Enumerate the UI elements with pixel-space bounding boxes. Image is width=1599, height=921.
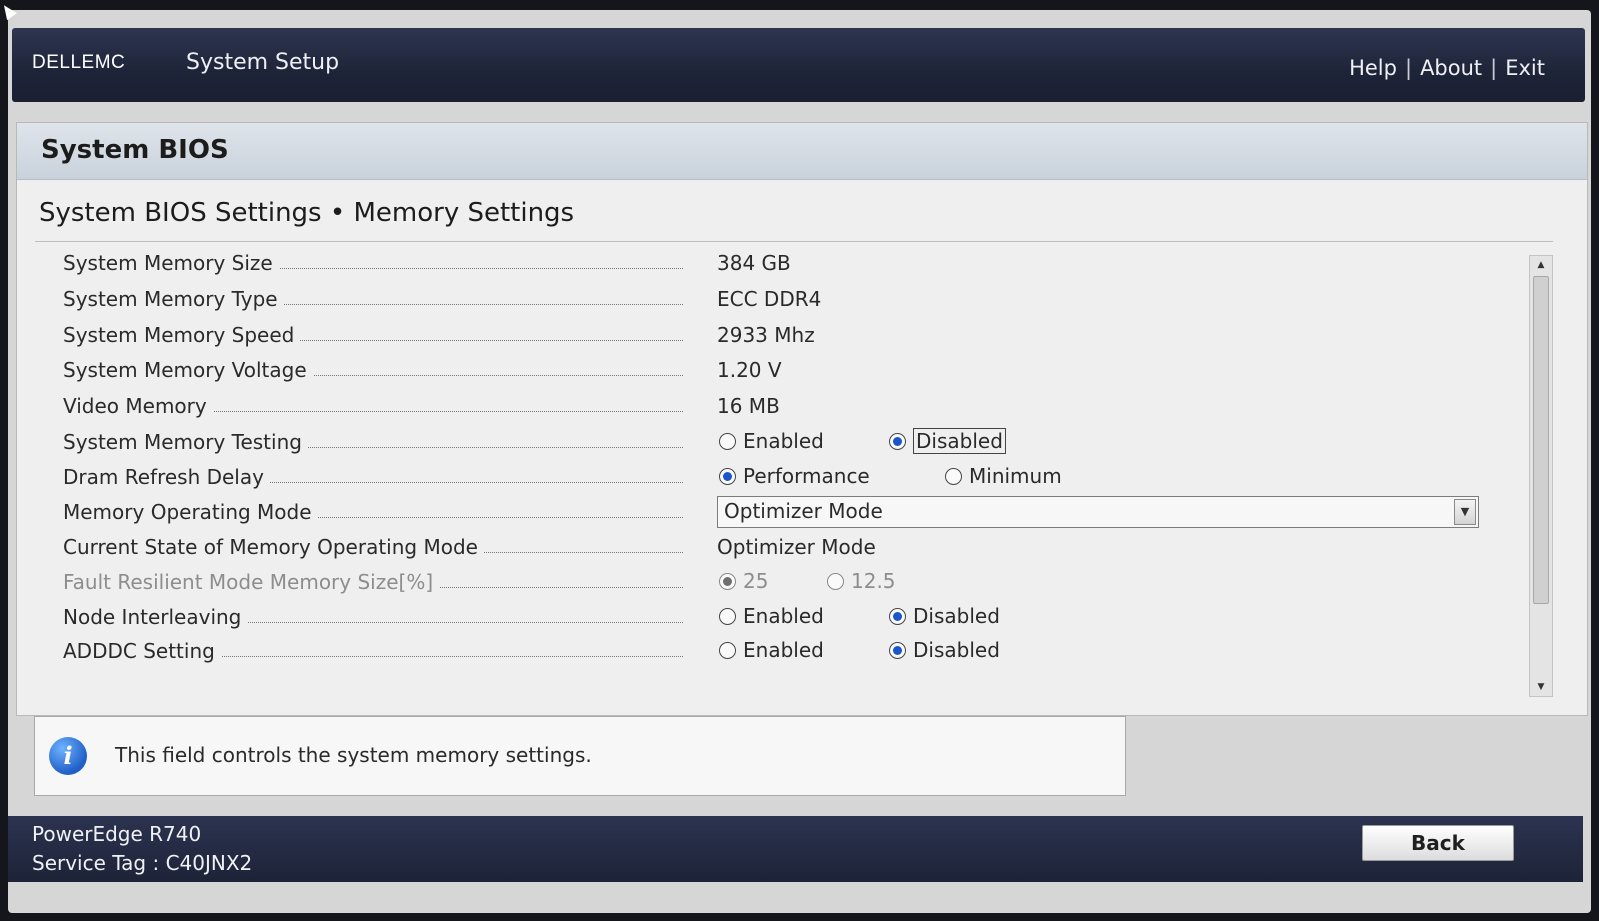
system-model: PowerEdge R740 — [32, 822, 202, 846]
node-interleaving-disabled-radio[interactable]: Disabled — [889, 604, 1000, 628]
setting-row-node-interleaving: Node Interleaving Enabled Disabled — [17, 601, 1517, 635]
setting-row-memory-type: System Memory Type ECC DDR4 — [17, 283, 1517, 317]
setting-row-dram-refresh-delay: Dram Refresh Delay Performance Minimum — [17, 461, 1517, 495]
app-title: System Setup — [186, 50, 340, 75]
node-interleaving-enabled-radio[interactable]: Enabled — [719, 604, 824, 628]
setting-value: 2933 Mhz — [717, 323, 815, 347]
setting-value: 384 GB — [717, 251, 791, 275]
adddc-enabled-radio[interactable]: Enabled — [719, 638, 824, 662]
setting-row-video-memory: Video Memory 16 MB — [17, 390, 1517, 424]
memory-operating-mode-select[interactable]: Optimizer Mode ▼ — [717, 496, 1479, 528]
fault-resilient-12-5-radio: 12.5 — [827, 569, 896, 593]
page-subtitle: System BIOS Settings • Memory Settings — [39, 198, 575, 228]
exit-link[interactable]: Exit — [1505, 56, 1545, 80]
setting-label: System Memory Size — [63, 251, 683, 277]
setting-row-memory-speed: System Memory Speed 2933 Mhz — [17, 319, 1517, 353]
info-icon: i — [49, 737, 87, 775]
memory-testing-enabled-radio[interactable]: Enabled — [719, 429, 824, 453]
setting-label: Memory Operating Mode — [63, 500, 683, 526]
memory-testing-disabled-radio[interactable]: Disabled — [889, 428, 1006, 454]
page-title: System BIOS — [41, 135, 229, 165]
chevron-down-icon[interactable]: ▼ — [1454, 499, 1476, 525]
setting-label: System Memory Type — [63, 287, 683, 313]
top-links: Help | About | Exit — [1349, 56, 1545, 80]
setting-label: Current State of Memory Operating Mode — [63, 535, 683, 561]
setting-value: ECC DDR4 — [717, 287, 822, 311]
setting-row-memory-testing: System Memory Testing Enabled Disabled — [17, 426, 1517, 460]
settings-panel: System BIOS System BIOS Settings • Memor… — [16, 122, 1588, 716]
setting-label: System Memory Speed — [63, 323, 683, 349]
scroll-down-arrow-icon[interactable]: ▼ — [1530, 678, 1552, 696]
about-link[interactable]: About — [1420, 56, 1482, 80]
select-value: Optimizer Mode — [724, 499, 883, 523]
setting-label: System Memory Voltage — [63, 358, 683, 384]
service-tag: Service Tag : C40JNX2 — [32, 851, 253, 875]
setting-row-memory-size: System Memory Size 384 GB — [17, 247, 1517, 281]
setting-row-adddc: ADDDC Setting Enabled Disabled — [17, 635, 1517, 669]
info-text: This field controls the system memory se… — [115, 743, 592, 767]
setting-row-memory-voltage: System Memory Voltage 1.20 V — [17, 354, 1517, 388]
settings-scrollbar[interactable]: ▲ ▼ — [1529, 255, 1553, 697]
setting-label: Node Interleaving — [63, 605, 683, 631]
scroll-up-arrow-icon[interactable]: ▲ — [1530, 256, 1552, 274]
setting-value: 1.20 V — [717, 358, 782, 382]
setting-row-memory-operating-mode: Memory Operating Mode Optimizer Mode ▼ — [17, 496, 1517, 530]
setting-row-fault-resilient-size: Fault Resilient Mode Memory Size[%] 25 1… — [17, 566, 1517, 600]
adddc-disabled-radio[interactable]: Disabled — [889, 638, 1000, 662]
dram-refresh-performance-radio[interactable]: Performance — [719, 464, 870, 488]
divider — [35, 241, 1553, 242]
help-link[interactable]: Help — [1349, 56, 1397, 80]
bottom-footer: PowerEdge R740 Service Tag : C40JNX2 Bac… — [8, 816, 1583, 882]
top-header: DELLEMC System Setup Help | About | Exit — [12, 28, 1585, 102]
dram-refresh-minimum-radio[interactable]: Minimum — [945, 464, 1062, 488]
fault-resilient-25-radio: 25 — [719, 569, 768, 593]
setting-label: Video Memory — [63, 394, 683, 420]
setting-row-current-memory-mode: Current State of Memory Operating Mode O… — [17, 531, 1517, 565]
setting-label: Fault Resilient Mode Memory Size[%] — [63, 570, 683, 596]
scrollbar-thumb[interactable] — [1533, 276, 1549, 604]
back-button[interactable]: Back — [1362, 825, 1514, 861]
setting-label: Dram Refresh Delay — [63, 465, 683, 491]
link-separator: | — [1490, 56, 1498, 80]
link-separator: | — [1404, 56, 1413, 80]
bios-screen: DELLEMC System Setup Help | About | Exit Sys… — [8, 10, 1591, 913]
setting-value: 16 MB — [717, 394, 780, 418]
setting-label: System Memory Testing — [63, 430, 683, 456]
dell-emc-logo: DELLEMC — [32, 52, 126, 73]
panel-header: System BIOS — [17, 123, 1587, 180]
setting-label: ADDDC Setting — [63, 639, 683, 665]
help-info-box: i This field controls the system memory … — [34, 716, 1126, 796]
setting-value: Optimizer Mode — [717, 535, 876, 559]
